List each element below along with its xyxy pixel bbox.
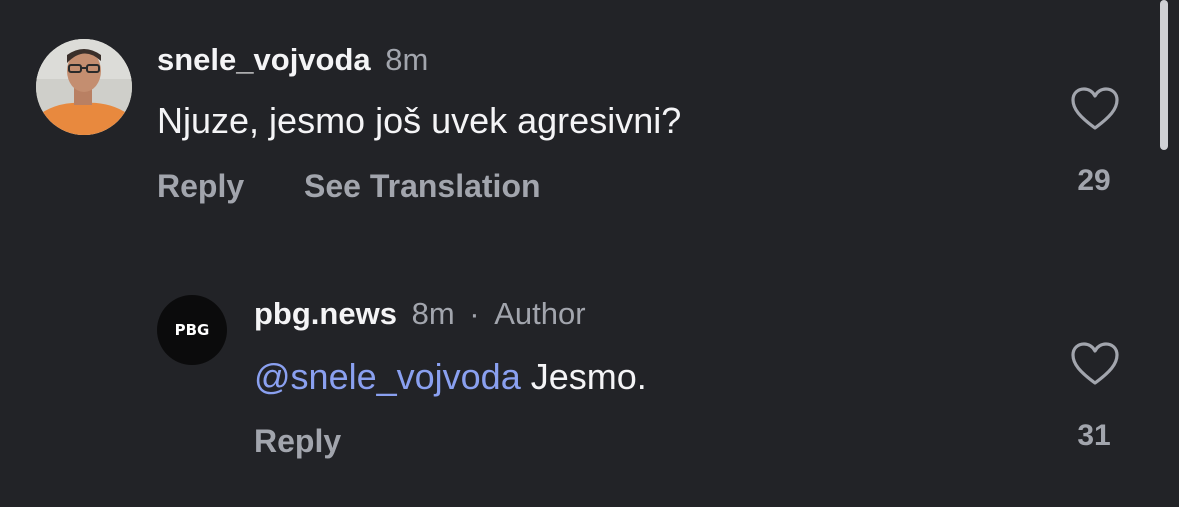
see-translation-button[interactable]: See Translation bbox=[304, 168, 541, 205]
user-photo bbox=[36, 39, 132, 135]
timestamp: 8m bbox=[411, 296, 455, 331]
separator: · bbox=[469, 296, 480, 331]
heart-icon[interactable] bbox=[1070, 86, 1120, 132]
avatar[interactable]: PBG bbox=[157, 295, 227, 365]
reply-button[interactable]: Reply bbox=[254, 423, 341, 460]
reply-username-row: pbg.news 8m · Author bbox=[254, 296, 586, 332]
author-badge: Author bbox=[494, 296, 586, 331]
comment-item: snele_vojvoda 8m Njuze, jesmo još uvek a… bbox=[0, 0, 1150, 240]
like-count: 29 bbox=[1077, 164, 1111, 197]
avatar-logo: PBG bbox=[174, 321, 210, 339]
timestamp: 8m bbox=[385, 42, 429, 77]
comment-text: Njuze, jesmo još uvek agresivni? bbox=[157, 100, 682, 141]
reply-text: @snele_vojvoda Jesmo. bbox=[254, 356, 647, 398]
mention-link[interactable]: @snele_vojvoda bbox=[254, 356, 521, 397]
heart-icon[interactable] bbox=[1070, 341, 1120, 387]
reply-item: PBG pbg.news 8m · Author @snele_vojvoda … bbox=[0, 280, 1150, 507]
reply-text-content: Jesmo. bbox=[520, 356, 647, 397]
username[interactable]: pbg.news bbox=[254, 296, 397, 331]
comment-username-row: snele_vojvoda 8m bbox=[157, 42, 428, 78]
reply-button[interactable]: Reply bbox=[157, 168, 244, 205]
username[interactable]: snele_vojvoda bbox=[157, 42, 371, 77]
avatar[interactable] bbox=[36, 39, 132, 135]
like-count: 31 bbox=[1077, 419, 1111, 452]
scrollbar[interactable] bbox=[1160, 0, 1168, 150]
